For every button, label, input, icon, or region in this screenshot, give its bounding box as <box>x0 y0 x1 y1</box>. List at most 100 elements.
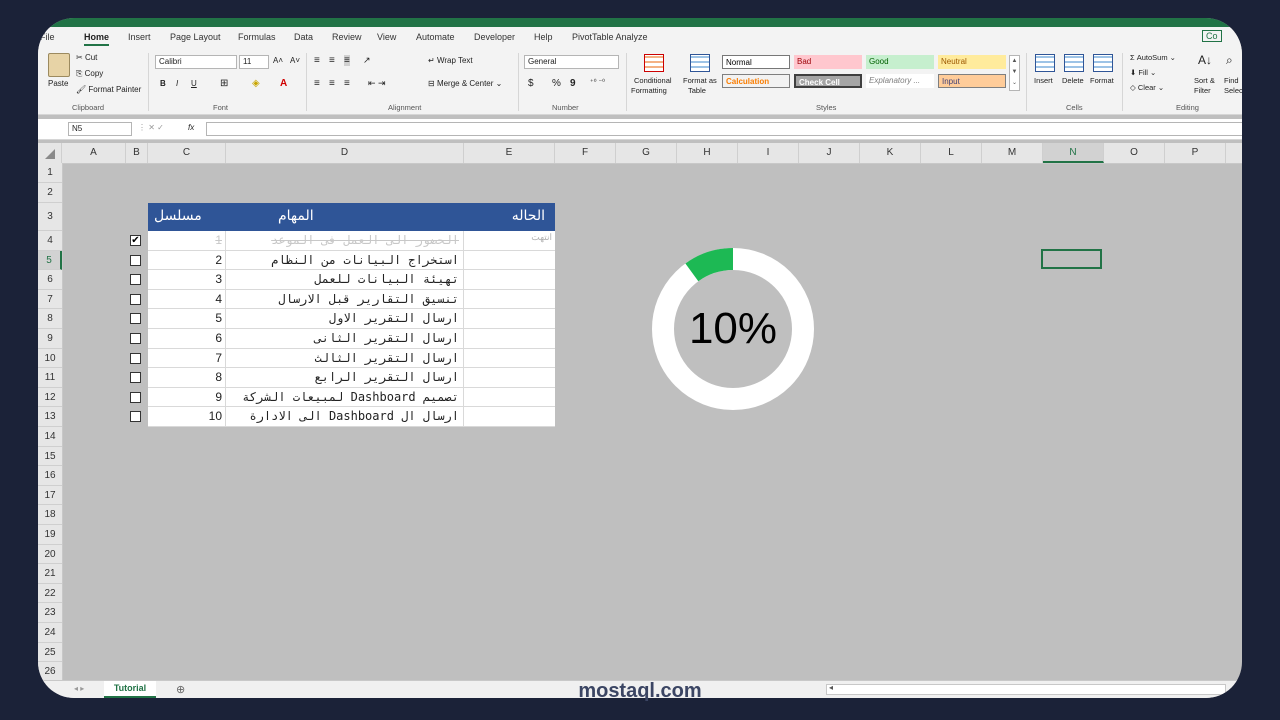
style-neutral[interactable]: Neutral <box>938 55 1006 69</box>
column-header[interactable]: G <box>616 143 677 163</box>
task-checkbox[interactable] <box>130 352 141 364</box>
row-header[interactable]: 21 <box>38 564 62 584</box>
status-cell[interactable]: انتهت <box>464 231 555 250</box>
task-cell[interactable]: ارسال ال Dashboard الى الادارة <box>226 407 464 426</box>
delete-cells-icon[interactable] <box>1064 54 1084 72</box>
align-right-icon[interactable]: ≡ <box>344 78 350 89</box>
status-cell[interactable] <box>464 309 555 328</box>
bottom-align-icon[interactable]: ≡ <box>344 55 350 66</box>
status-cell[interactable] <box>464 407 555 426</box>
row-header[interactable]: 23 <box>38 603 62 623</box>
orientation-icon[interactable]: ↗ <box>363 55 371 66</box>
row-header[interactable]: 13 <box>38 407 62 427</box>
task-checkbox[interactable] <box>130 391 141 403</box>
serial-cell[interactable]: 4 <box>148 289 226 309</box>
find-select-icon[interactable]: ⌕ <box>1226 53 1233 68</box>
tab-file[interactable]: File <box>40 32 55 42</box>
row-header[interactable]: 16 <box>38 466 62 486</box>
row-header[interactable]: 15 <box>38 447 62 467</box>
serial-cell[interactable]: 3 <box>148 270 226 289</box>
align-center-icon[interactable]: ≡ <box>329 78 335 89</box>
status-cell[interactable] <box>464 251 555 270</box>
row-header[interactable]: 22 <box>38 584 62 604</box>
status-cell[interactable] <box>464 290 555 309</box>
insert-cells-button[interactable]: Insert <box>1034 76 1053 85</box>
tab-data[interactable]: Data <box>294 32 313 42</box>
tab-review[interactable]: Review <box>332 32 362 42</box>
row-header[interactable]: 19 <box>38 525 62 545</box>
middle-align-icon[interactable]: ≡ <box>329 55 335 66</box>
merge-center-button[interactable]: ⊟ Merge & Center ⌄ <box>428 79 502 88</box>
row-header[interactable]: 3 <box>38 203 62 231</box>
serial-cell[interactable]: 7 <box>148 348 226 368</box>
conditional-formatting-icon[interactable] <box>644 54 664 72</box>
delete-cells-button[interactable]: Delete <box>1062 76 1084 85</box>
task-cell[interactable]: الحضور الى العمل فى الموعد <box>226 231 464 250</box>
italic-button[interactable]: I <box>176 79 178 88</box>
row-header[interactable]: 6 <box>38 270 62 290</box>
task-cell[interactable]: استخراج البيانات من النظام <box>226 250 464 270</box>
format-cells-button[interactable]: Format <box>1090 76 1114 85</box>
indent-icon[interactable]: ⇤ ⇥ <box>368 78 386 89</box>
row-header[interactable]: 1 <box>38 163 62 183</box>
column-header[interactable]: A <box>62 143 126 163</box>
style-explanatory[interactable]: Explanatory ... <box>866 74 934 88</box>
task-checkbox-checked[interactable]: ✔ <box>130 235 141 246</box>
row-header[interactable]: 9 <box>38 329 62 349</box>
sort-filter-icon[interactable]: A↓ <box>1198 53 1212 67</box>
formula-input[interactable] <box>206 122 1242 136</box>
tab-pivottable-analyze[interactable]: PivotTable Analyze <box>572 32 648 42</box>
insert-function-button[interactable]: fx <box>188 123 194 132</box>
font-name-select[interactable]: Calibri <box>155 55 237 69</box>
font-size-select[interactable]: 11 <box>239 55 269 69</box>
row-header[interactable]: 2 <box>38 183 62 203</box>
task-checkbox[interactable] <box>130 274 141 286</box>
status-cell[interactable] <box>464 388 555 407</box>
row-header[interactable]: 20 <box>38 545 62 565</box>
task-cell[interactable]: تصميم Dashboard لمبيعات الشركة <box>226 387 464 407</box>
column-header[interactable]: M <box>982 143 1043 163</box>
format-cells-icon[interactable] <box>1093 54 1113 72</box>
row-header[interactable]: 18 <box>38 505 62 525</box>
status-cell[interactable] <box>464 349 555 368</box>
column-header-selected[interactable]: N <box>1043 143 1104 163</box>
column-header[interactable]: P <box>1165 143 1226 163</box>
task-checkbox[interactable] <box>130 293 141 305</box>
task-cell[interactable]: تنسيق التقارير قبل الارسال <box>226 289 464 309</box>
paste-button[interactable]: Paste <box>48 79 68 88</box>
serial-cell[interactable]: 9 <box>148 387 226 407</box>
comments-button[interactable]: Co <box>1202 30 1222 42</box>
task-cell[interactable]: ارسال التقرير الرابع <box>226 368 464 387</box>
find-select-button[interactable]: Find <box>1224 76 1239 85</box>
column-header[interactable]: O <box>1104 143 1165 163</box>
status-cell[interactable] <box>464 329 555 348</box>
grow-font-button[interactable]: A˄ <box>273 56 283 65</box>
cut-button[interactable]: ✂ Cut <box>76 53 97 62</box>
tab-automate[interactable]: Automate <box>416 32 455 42</box>
task-checkbox[interactable] <box>130 411 141 423</box>
column-header[interactable]: C <box>148 143 226 163</box>
row-header[interactable]: 12 <box>38 388 62 408</box>
row-header[interactable]: 26 <box>38 662 62 682</box>
column-header[interactable]: J <box>799 143 860 163</box>
serial-cell[interactable]: 5 <box>148 309 226 328</box>
conditional-formatting-button[interactable]: Conditional <box>634 76 672 85</box>
row-header[interactable]: 4 <box>38 231 62 251</box>
tab-help[interactable]: Help <box>534 32 553 42</box>
tab-insert[interactable]: Insert <box>128 32 151 42</box>
row-header[interactable]: 8 <box>38 309 62 329</box>
clear-button[interactable]: ◇ Clear ⌄ <box>1130 83 1164 92</box>
tab-formulas[interactable]: Formulas <box>238 32 276 42</box>
row-header[interactable]: 11 <box>38 368 62 388</box>
number-format-select[interactable]: General <box>524 55 619 69</box>
style-check-cell[interactable]: Check Cell <box>794 74 862 88</box>
task-checkbox[interactable] <box>130 333 141 344</box>
underline-button[interactable]: U <box>191 79 197 88</box>
tab-developer[interactable]: Developer <box>474 32 515 42</box>
row-header[interactable]: 7 <box>38 290 62 310</box>
tab-page-layout[interactable]: Page Layout <box>170 32 221 42</box>
top-align-icon[interactable]: ≡ <box>314 55 320 66</box>
tab-home[interactable]: Home <box>84 32 110 46</box>
column-header[interactable]: K <box>860 143 921 163</box>
task-cell[interactable]: ارسال التقرير الاول <box>226 309 464 328</box>
